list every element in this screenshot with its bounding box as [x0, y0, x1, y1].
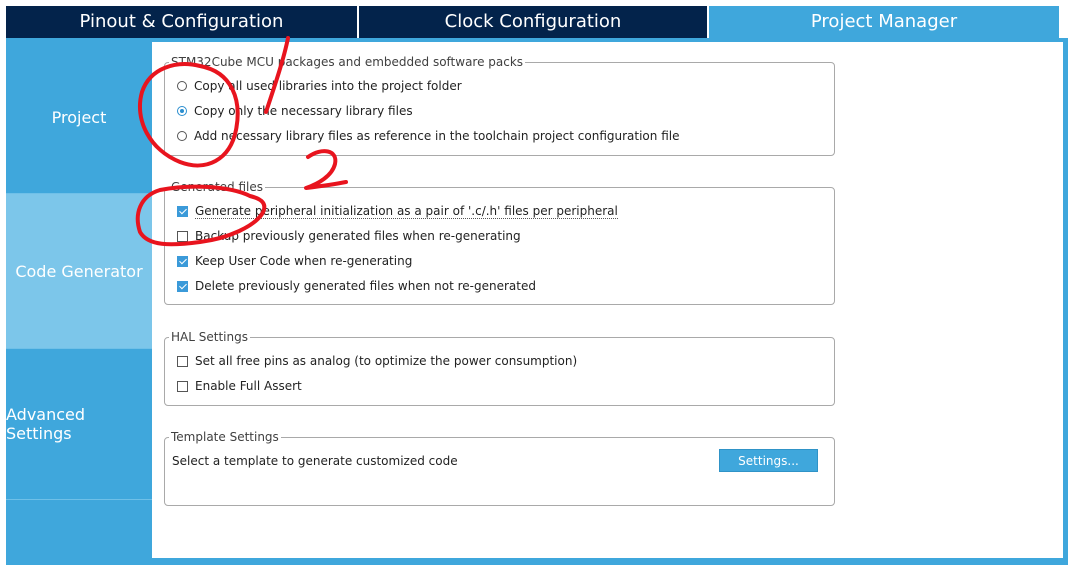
checkbox-delete-old-files[interactable]: Delete previously generated files when n… [177, 277, 536, 295]
radio-add-as-reference[interactable]: Add necessary library files as reference… [177, 127, 679, 145]
sidebar-item-label: Project [51, 108, 107, 127]
group-legend: Generated files [169, 179, 266, 195]
checkbox[interactable] [177, 355, 188, 367]
radio-button[interactable] [177, 131, 187, 141]
top-tab-bar: Pinout & Configuration Clock Configurati… [0, 0, 1068, 38]
option-label: Copy all used libraries into the project… [194, 79, 462, 93]
radio-copy-necessary-files[interactable]: Copy only the necessary library files [177, 102, 413, 120]
checkbox-generate-peripheral-init[interactable]: Generate peripheral initialization as a … [177, 202, 618, 220]
option-label: Backup previously generated files when r… [195, 229, 521, 243]
sidebar-item-label: Advanced Settings [6, 405, 86, 443]
checkbox-checked[interactable] [177, 255, 188, 267]
checkbox-checked[interactable] [177, 205, 188, 217]
option-label: Delete previously generated files when n… [195, 279, 536, 293]
sidebar-item-advanced-settings[interactable]: Advanced Settings [6, 349, 152, 500]
sidebar: Project Code Generator Advanced Settings [6, 42, 152, 558]
option-label: Keep User Code when re-generating [195, 254, 413, 268]
option-label: Copy only the necessary library files [194, 104, 413, 118]
checkbox-free-pins-analog[interactable]: Set all free pins as analog (to optimize… [177, 352, 577, 370]
tab-project-manager[interactable]: Project Manager [709, 6, 1059, 38]
group-legend: HAL Settings [169, 329, 250, 345]
option-label: Add necessary library files as reference… [194, 129, 680, 143]
generated-files-group: Generated files Generate peripheral init… [164, 179, 835, 305]
checkbox-enable-full-assert[interactable]: Enable Full Assert [177, 377, 302, 395]
settings-button[interactable]: Settings... [719, 449, 818, 472]
template-settings-group: Template Settings Select a template to g… [164, 429, 835, 506]
option-label: Generate peripheral initialization as a … [195, 203, 618, 219]
hal-settings-group: HAL Settings Set all free pins as analog… [164, 329, 835, 406]
option-label: Set all free pins as analog (to optimize… [195, 354, 578, 368]
tab-pinout-configuration[interactable]: Pinout & Configuration [6, 6, 359, 38]
packs-group: STM32Cube MCU packages and embedded soft… [164, 54, 835, 156]
bottom-bar [6, 558, 1068, 565]
sidebar-item-code-generator[interactable]: Code Generator [6, 194, 152, 349]
group-legend: Template Settings [169, 429, 281, 445]
sidebar-item-project[interactable]: Project [6, 42, 152, 194]
right-edge-bar [1063, 38, 1068, 558]
tab-clock-configuration[interactable]: Clock Configuration [359, 6, 709, 38]
checkbox[interactable] [177, 380, 188, 392]
sidebar-item-label: Code Generator [15, 261, 143, 281]
radio-button[interactable] [177, 81, 187, 91]
checkbox-checked[interactable] [177, 280, 188, 292]
option-label: Enable Full Assert [195, 379, 302, 393]
checkbox[interactable] [177, 230, 188, 242]
template-description: Select a template to generate customized… [172, 454, 458, 468]
group-legend: STM32Cube MCU packages and embedded soft… [169, 54, 526, 70]
radio-button-selected[interactable] [177, 106, 187, 116]
checkbox-backup-files[interactable]: Backup previously generated files when r… [177, 227, 521, 245]
checkbox-keep-user-code[interactable]: Keep User Code when re-generating [177, 252, 412, 270]
radio-copy-all-libraries[interactable]: Copy all used libraries into the project… [177, 77, 462, 95]
